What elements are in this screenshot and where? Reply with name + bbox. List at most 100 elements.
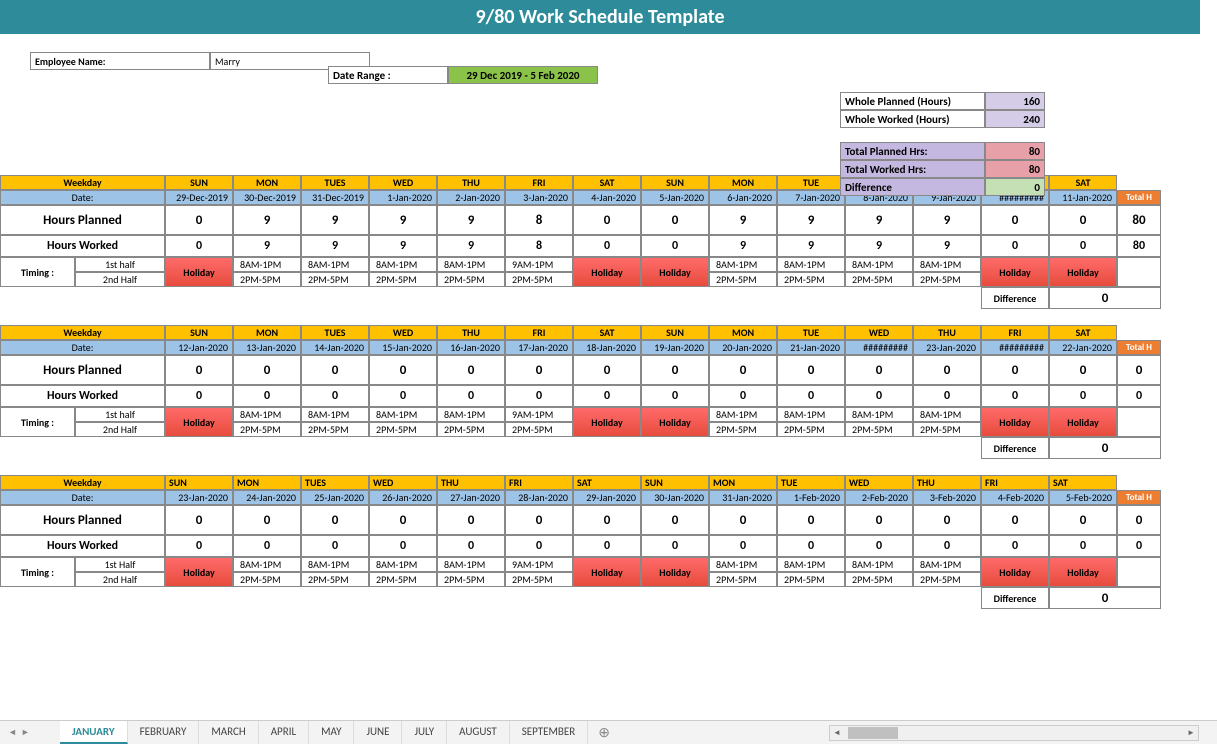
second-half-cell[interactable]: 2PM-5PM xyxy=(845,572,913,587)
date-cell[interactable]: 17-Jan-2020 xyxy=(505,340,573,355)
date-range-value[interactable]: 29 Dec 2019 - 5 Feb 2020 xyxy=(448,66,598,84)
second-half-cell[interactable]: 2PM-5PM xyxy=(505,272,573,287)
date-cell[interactable]: 30-Jan-2020 xyxy=(641,490,709,505)
first-half-cell[interactable]: 8AM-1PM xyxy=(777,557,845,572)
second-half-cell[interactable]: 2PM-5PM xyxy=(845,422,913,437)
date-cell[interactable]: ######### xyxy=(845,340,913,355)
hours-worked-cell[interactable]: 0 xyxy=(709,385,777,407)
hours-worked-cell[interactable]: 9 xyxy=(233,235,301,257)
hours-planned-cell[interactable]: 0 xyxy=(1049,355,1117,385)
hours-planned-cell[interactable]: 0 xyxy=(845,505,913,535)
second-half-cell[interactable]: 2PM-5PM xyxy=(913,422,981,437)
hours-planned-cell[interactable]: 0 xyxy=(709,355,777,385)
hours-worked-cell[interactable]: 0 xyxy=(573,235,641,257)
hours-planned-cell[interactable]: 9 xyxy=(845,205,913,235)
scrollbar-thumb[interactable] xyxy=(848,727,898,739)
hours-planned-cell[interactable]: 9 xyxy=(233,205,301,235)
hours-worked-cell[interactable]: 0 xyxy=(913,385,981,407)
first-half-cell[interactable]: 8AM-1PM xyxy=(301,407,369,422)
holiday-cell[interactable]: Holiday xyxy=(573,257,641,287)
hours-worked-cell[interactable]: 0 xyxy=(1049,385,1117,407)
sheet-tab-january[interactable]: JANUARY xyxy=(60,721,128,744)
holiday-cell[interactable]: Holiday xyxy=(1049,257,1117,287)
date-cell[interactable]: 7-Jan-2020 xyxy=(777,190,845,205)
date-cell[interactable]: 2-Jan-2020 xyxy=(437,190,505,205)
hours-worked-cell[interactable]: 0 xyxy=(505,535,573,557)
hours-planned-cell[interactable]: 0 xyxy=(845,355,913,385)
date-cell[interactable]: 3-Jan-2020 xyxy=(505,190,573,205)
hours-worked-cell[interactable]: 0 xyxy=(981,535,1049,557)
hours-planned-cell[interactable]: 9 xyxy=(777,205,845,235)
second-half-cell[interactable]: 2PM-5PM xyxy=(437,272,505,287)
date-cell[interactable]: 12-Jan-2020 xyxy=(165,340,233,355)
sheet-tab-february[interactable]: FEBRUARY xyxy=(128,721,200,744)
first-half-cell[interactable]: 8AM-1PM xyxy=(369,257,437,272)
second-half-cell[interactable]: 2PM-5PM xyxy=(369,272,437,287)
hours-planned-cell[interactable]: 0 xyxy=(709,505,777,535)
horizontal-scrollbar[interactable]: ◄ ► xyxy=(829,725,1199,741)
holiday-cell[interactable]: Holiday xyxy=(981,257,1049,287)
holiday-cell[interactable]: Holiday xyxy=(981,407,1049,437)
scroll-left-icon[interactable]: ◄ xyxy=(830,726,844,740)
hours-worked-cell[interactable]: 0 xyxy=(437,385,505,407)
second-half-cell[interactable]: 2PM-5PM xyxy=(369,422,437,437)
hours-planned-cell[interactable]: 0 xyxy=(573,355,641,385)
hours-planned-cell[interactable]: 0 xyxy=(641,505,709,535)
date-cell[interactable]: 31-Jan-2020 xyxy=(709,490,777,505)
date-cell[interactable]: 30-Dec-2019 xyxy=(233,190,301,205)
date-cell[interactable]: 23-Jan-2020 xyxy=(165,490,233,505)
hours-planned-cell[interactable]: 0 xyxy=(641,205,709,235)
second-half-cell[interactable]: 2PM-5PM xyxy=(301,272,369,287)
hours-planned-cell[interactable]: 0 xyxy=(301,355,369,385)
date-cell[interactable]: 29-Jan-2020 xyxy=(573,490,641,505)
hours-worked-cell[interactable]: 9 xyxy=(709,235,777,257)
second-half-cell[interactable]: 2PM-5PM xyxy=(369,572,437,587)
hours-planned-cell[interactable]: 0 xyxy=(981,205,1049,235)
holiday-cell[interactable]: Holiday xyxy=(1049,407,1117,437)
date-cell[interactable]: 5-Feb-2020 xyxy=(1049,490,1117,505)
hours-worked-cell[interactable]: 0 xyxy=(709,535,777,557)
hours-worked-cell[interactable]: 0 xyxy=(641,385,709,407)
first-half-cell[interactable]: 8AM-1PM xyxy=(709,407,777,422)
hours-planned-cell[interactable]: 9 xyxy=(913,205,981,235)
hours-worked-cell[interactable]: 0 xyxy=(505,385,573,407)
holiday-cell[interactable]: Holiday xyxy=(573,557,641,587)
hours-planned-cell[interactable]: 9 xyxy=(369,205,437,235)
first-half-cell[interactable]: 8AM-1PM xyxy=(913,257,981,272)
date-cell[interactable]: 2-Feb-2020 xyxy=(845,490,913,505)
second-half-cell[interactable]: 2PM-5PM xyxy=(505,572,573,587)
first-half-cell[interactable]: 8AM-1PM xyxy=(845,407,913,422)
hours-worked-cell[interactable]: 0 xyxy=(573,535,641,557)
hours-planned-cell[interactable]: 0 xyxy=(913,505,981,535)
hours-planned-cell[interactable]: 9 xyxy=(301,205,369,235)
hours-worked-cell[interactable]: 0 xyxy=(369,385,437,407)
sheet-tab-march[interactable]: MARCH xyxy=(199,721,258,744)
date-cell[interactable]: 20-Jan-2020 xyxy=(709,340,777,355)
date-cell[interactable]: 25-Jan-2020 xyxy=(301,490,369,505)
hours-worked-cell[interactable]: 9 xyxy=(437,235,505,257)
hours-planned-cell[interactable]: 9 xyxy=(709,205,777,235)
date-cell[interactable]: 6-Jan-2020 xyxy=(709,190,777,205)
hours-worked-cell[interactable]: 0 xyxy=(641,535,709,557)
second-half-cell[interactable]: 2PM-5PM xyxy=(233,272,301,287)
hours-worked-cell[interactable]: 0 xyxy=(165,235,233,257)
second-half-cell[interactable]: 2PM-5PM xyxy=(777,272,845,287)
first-half-cell[interactable]: 8AM-1PM xyxy=(233,407,301,422)
hours-worked-cell[interactable]: 0 xyxy=(845,535,913,557)
second-half-cell[interactable]: 2PM-5PM xyxy=(709,572,777,587)
date-cell[interactable]: 27-Jan-2020 xyxy=(437,490,505,505)
first-half-cell[interactable]: 8AM-1PM xyxy=(437,557,505,572)
hours-planned-cell[interactable]: 0 xyxy=(369,505,437,535)
date-cell[interactable]: 21-Jan-2020 xyxy=(777,340,845,355)
first-half-cell[interactable]: 8AM-1PM xyxy=(845,257,913,272)
hours-worked-cell[interactable]: 0 xyxy=(981,235,1049,257)
date-cell[interactable]: 4-Feb-2020 xyxy=(981,490,1049,505)
first-half-cell[interactable]: 8AM-1PM xyxy=(913,407,981,422)
hours-planned-cell[interactable]: 0 xyxy=(165,205,233,235)
hours-planned-cell[interactable]: 0 xyxy=(233,505,301,535)
hours-worked-cell[interactable]: 0 xyxy=(437,535,505,557)
holiday-cell[interactable]: Holiday xyxy=(165,407,233,437)
hours-planned-cell[interactable]: 0 xyxy=(573,505,641,535)
first-half-cell[interactable]: 8AM-1PM xyxy=(777,257,845,272)
hours-planned-cell[interactable]: 0 xyxy=(981,355,1049,385)
